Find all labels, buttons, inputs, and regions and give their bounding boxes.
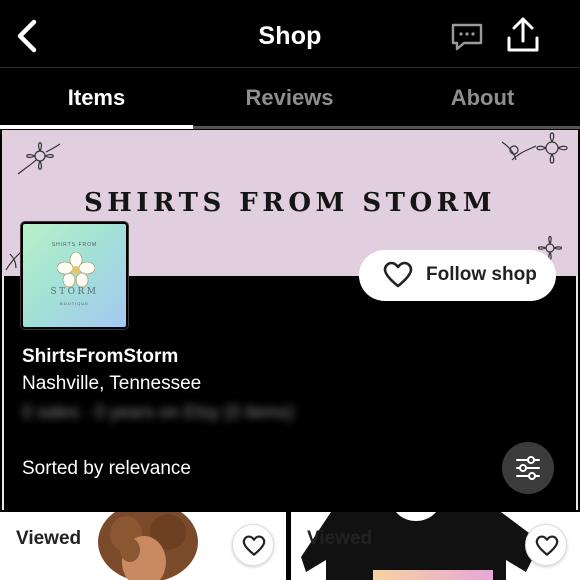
follow-shop-button[interactable]: Follow shop [359, 250, 556, 301]
heart-outline-icon [383, 261, 413, 288]
sort-label: Sorted by relevance [22, 458, 191, 479]
chat-bubble-icon[interactable] [450, 22, 484, 52]
tab-bar: Items Reviews About [0, 68, 580, 130]
follow-shop-label: Follow shop [426, 264, 537, 285]
flower-logo-icon [57, 252, 95, 288]
page-title: Shop [258, 22, 322, 50]
tab-about[interactable]: About [386, 68, 579, 130]
flower-decoration-icon [17, 142, 61, 175]
favorite-button[interactable] [525, 524, 567, 566]
sliders-icon [516, 456, 540, 480]
tab-active-indicator [0, 125, 193, 129]
listing-card[interactable]: Viewed [0, 512, 286, 580]
heart-outline-icon [242, 535, 266, 556]
shop-logo[interactable]: SHIRTS FROM STORM BOUTIQUE [21, 222, 128, 329]
favorite-button[interactable] [232, 524, 274, 566]
tab-reviews[interactable]: Reviews [193, 68, 386, 130]
top-bar: Shop [0, 0, 580, 68]
share-upload-icon[interactable] [505, 16, 541, 54]
flower-decoration-icon [501, 132, 568, 164]
banner-title: SHIRTS FROM STORM [83, 188, 497, 218]
shop-stats-obscured: 0 sales · 0 years on Etsy (0 items) [22, 402, 295, 422]
filter-button[interactable] [502, 442, 554, 494]
woman-curly-hair-photo [98, 512, 198, 580]
heart-outline-icon [535, 535, 559, 556]
shop-name[interactable]: ShirtsFromStorm [22, 346, 178, 368]
viewed-badge: Viewed [307, 528, 373, 549]
listing-card[interactable]: Viewed [291, 512, 580, 580]
tab-items[interactable]: Items [0, 68, 193, 130]
logo-name: STORM [50, 287, 99, 297]
logo-top-text: SHIRTS FROM [51, 242, 98, 248]
logo-sub-text: BOUTIQUE [60, 301, 89, 306]
viewed-badge: Viewed [16, 528, 82, 549]
shop-location: Nashville, Tennessee [22, 373, 202, 394]
